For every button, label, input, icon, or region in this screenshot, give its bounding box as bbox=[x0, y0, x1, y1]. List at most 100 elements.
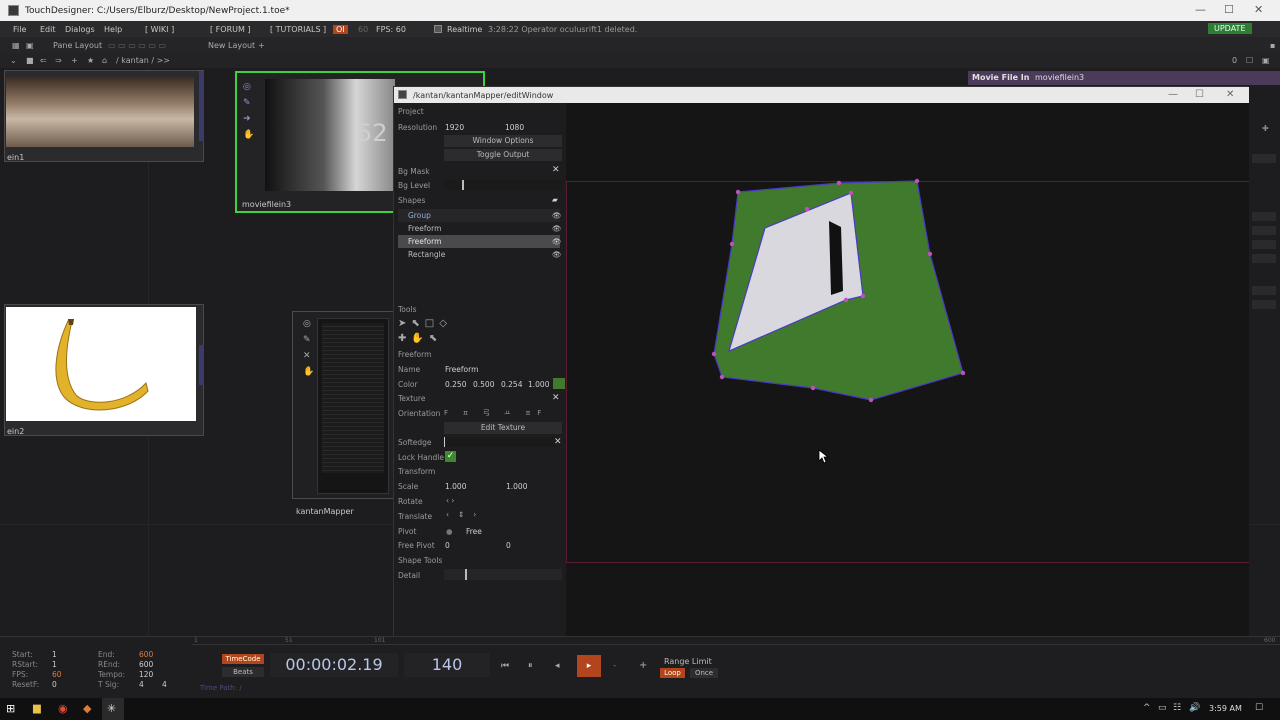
edit-texture-button[interactable]: Edit Texture bbox=[444, 422, 562, 434]
network-icon[interactable]: ☷ bbox=[1173, 703, 1181, 713]
time-path[interactable]: Time Path: / bbox=[200, 684, 242, 692]
tutorials-link[interactable]: [ TUTORIALS ] bbox=[270, 25, 326, 34]
forward-icon[interactable]: ⇒ bbox=[55, 56, 62, 65]
notifications-icon[interactable]: ☐ bbox=[1255, 703, 1263, 713]
edit-maximize-icon[interactable]: ☐ bbox=[1195, 89, 1204, 100]
timeline-ruler[interactable]: 1 51 101 600 bbox=[192, 637, 1280, 645]
shape-row-rectangle[interactable]: Rectangle bbox=[398, 248, 560, 261]
free-pivot-x[interactable]: 0 bbox=[445, 541, 450, 550]
skip-start-icon[interactable]: ⏮ bbox=[501, 661, 509, 671]
tsig-b[interactable]: 4 bbox=[162, 680, 167, 689]
menu-edit[interactable]: Edit bbox=[40, 25, 56, 34]
shape-row-group[interactable]: Group bbox=[398, 209, 560, 222]
color-swatch[interactable] bbox=[553, 378, 565, 389]
realtime-checkbox[interactable] bbox=[434, 25, 442, 33]
play-forward-button[interactable]: ▸ bbox=[577, 655, 601, 677]
node-moviefilein1[interactable]: ein1 bbox=[4, 70, 204, 162]
resetf-value[interactable]: 0 bbox=[52, 680, 57, 689]
menu-file[interactable]: File bbox=[13, 25, 26, 34]
new-layout-button[interactable]: New Layout bbox=[208, 41, 255, 50]
touchdesigner-taskbar-button[interactable]: ✳ bbox=[102, 698, 124, 720]
star-icon[interactable]: ★ bbox=[87, 56, 94, 65]
shape-layer[interactable] bbox=[566, 103, 1249, 643]
pane-icon[interactable]: ▣ bbox=[26, 41, 34, 50]
pivot-dot-icon[interactable]: ● bbox=[446, 527, 453, 536]
pane-max-icon[interactable]: ☐ bbox=[1246, 56, 1253, 65]
lock-handles-checkbox[interactable]: ✓ bbox=[445, 451, 456, 462]
file-explorer-icon[interactable]: ▆ bbox=[33, 703, 41, 714]
pivot-mode[interactable]: Free bbox=[466, 527, 482, 536]
add-icon[interactable]: + bbox=[71, 56, 78, 65]
edit-minimize-icon[interactable]: — bbox=[1168, 89, 1178, 100]
rend-value[interactable]: 600 bbox=[139, 660, 153, 669]
chrome-icon[interactable]: ◉ bbox=[58, 702, 68, 715]
node-kantanmapper[interactable]: ◎ ✎ ✕ ✋ bbox=[292, 311, 394, 499]
window-options-button[interactable]: Window Options bbox=[444, 135, 562, 147]
step-forward-icon[interactable]: + bbox=[639, 660, 647, 671]
home-icon[interactable]: ⌂ bbox=[102, 56, 107, 65]
down-arrow-icon[interactable]: ⌄ bbox=[10, 56, 17, 65]
sublime-icon[interactable]: ◆ bbox=[83, 702, 91, 715]
timecode-display[interactable]: 00:00:02.19 bbox=[270, 653, 398, 677]
translate-arrows[interactable]: ‹⇕› bbox=[446, 510, 485, 519]
eye-icon[interactable]: 👁 bbox=[552, 224, 562, 233]
update-button[interactable]: UPDATE bbox=[1208, 23, 1252, 34]
shape-name-field[interactable]: Freeform bbox=[445, 365, 478, 374]
rstart-value[interactable]: 1 bbox=[52, 660, 57, 669]
tool-icons-row2[interactable]: ✚✋⬉ bbox=[398, 333, 442, 344]
resolution-width[interactable]: 1920 bbox=[445, 123, 464, 132]
back-icon[interactable]: ⇐ bbox=[40, 56, 47, 65]
color-a[interactable]: 1.000 bbox=[528, 380, 549, 389]
menu-help[interactable]: Help bbox=[104, 25, 122, 34]
loop-toggle[interactable]: Loop bbox=[660, 668, 685, 678]
tsig-a[interactable]: 4 bbox=[139, 680, 144, 689]
resolution-height[interactable]: 1080 bbox=[505, 123, 524, 132]
oi-badge[interactable]: OI bbox=[333, 25, 348, 34]
bg-mask-clear-icon[interactable]: ✕ bbox=[552, 165, 560, 175]
once-toggle[interactable]: Once bbox=[690, 668, 718, 678]
node-moviefilein2[interactable]: ein2 bbox=[4, 304, 204, 436]
add-layout-icon[interactable]: + bbox=[258, 41, 265, 50]
tray-expand-icon[interactable]: ^ bbox=[1143, 703, 1151, 713]
orientation-buttons[interactable]: F ㅍ 弓 ㅛ ㅍF bbox=[444, 408, 547, 418]
forum-link[interactable]: [ FORUM ] bbox=[210, 25, 251, 34]
close-icon[interactable]: ✕ bbox=[1254, 3, 1263, 16]
timecode-toggle[interactable]: TimeCode bbox=[222, 654, 264, 664]
volume-icon[interactable]: 🔊 bbox=[1189, 703, 1200, 713]
eye-icon[interactable]: 👁 bbox=[552, 250, 562, 259]
toggle-output-button[interactable]: Toggle Output bbox=[444, 149, 562, 161]
mapping-canvas[interactable] bbox=[566, 103, 1249, 643]
rotate-arrows[interactable]: ‹ › bbox=[446, 496, 454, 505]
bg-level-slider[interactable] bbox=[444, 180, 562, 190]
softedge-slider[interactable] bbox=[444, 437, 556, 447]
free-pivot-y[interactable]: 0 bbox=[506, 541, 511, 550]
play-reverse-icon[interactable]: ◂ bbox=[555, 661, 560, 671]
tool-icons-row1[interactable]: ➤⬉□◇ bbox=[398, 318, 452, 329]
step-back-icon[interactable]: - bbox=[613, 661, 616, 671]
shapes-add-icon[interactable]: ▰ bbox=[552, 195, 558, 204]
network-path[interactable]: / kantan / >> bbox=[116, 56, 170, 65]
windows-start-icon[interactable]: ⊞ bbox=[6, 702, 15, 715]
end-value[interactable]: 600 bbox=[139, 650, 153, 659]
start-value[interactable]: 1 bbox=[52, 650, 57, 659]
scale-x-field[interactable]: 1.000 bbox=[445, 482, 466, 491]
pane-close-icon[interactable]: ▣ bbox=[1262, 56, 1270, 65]
color-b[interactable]: 0.254 bbox=[501, 380, 522, 389]
beats-toggle[interactable]: Beats bbox=[222, 667, 264, 677]
eye-icon[interactable]: 👁 bbox=[552, 237, 562, 246]
texture-clear-icon[interactable]: ✕ bbox=[552, 393, 560, 403]
minimize-icon[interactable]: — bbox=[1195, 3, 1206, 16]
layout-icons[interactable]: ▭ ▭ ▭ ▭ ▭ ▭ bbox=[108, 41, 166, 50]
softedge-clear-icon[interactable]: ✕ bbox=[554, 437, 562, 447]
shape-row-freeform[interactable]: Freeform bbox=[398, 222, 560, 235]
fps-value[interactable]: 60 bbox=[52, 670, 62, 679]
pause-icon[interactable]: ⏸ bbox=[528, 661, 533, 671]
eye-icon[interactable]: 👁 bbox=[552, 211, 562, 220]
detail-slider[interactable] bbox=[444, 569, 562, 580]
tempo-value[interactable]: 120 bbox=[139, 670, 153, 679]
color-g[interactable]: 0.500 bbox=[473, 380, 494, 389]
color-r[interactable]: 0.250 bbox=[445, 380, 466, 389]
wiki-link[interactable]: [ WIKI ] bbox=[145, 25, 174, 34]
maximize-icon[interactable]: ☐ bbox=[1224, 3, 1234, 16]
shape-row-freeform-selected[interactable]: Freeform bbox=[398, 235, 560, 248]
